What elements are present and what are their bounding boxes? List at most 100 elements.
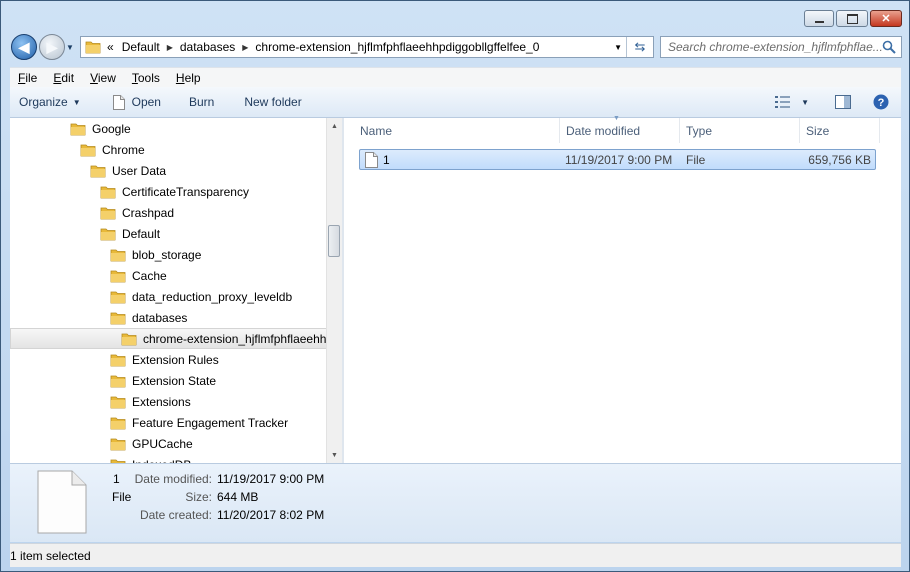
file-icon [365,152,378,168]
minimize-button[interactable] [804,10,834,27]
breadcrumb: « Default ▶ databases ▶ chrome-extension… [107,40,539,54]
tree-item-selected[interactable]: chrome-extension_hjflmfphflaeehh [10,328,328,349]
chevron-down-icon: ▼ [72,97,81,107]
folder-icon [110,249,126,261]
tree-item[interactable]: Cache [110,265,167,286]
scrollbar-thumb[interactable] [328,225,340,257]
file-name: 1 [383,153,390,167]
folder-icon [110,291,126,303]
navigation-pane[interactable]: Google Chrome User Data CertificateTranspar… [10,118,342,463]
column-header-type[interactable]: Type [680,118,800,143]
menu-edit[interactable]: Edit [45,71,82,85]
tree-item-label: Chrome [102,142,145,157]
status-bar: 1 item selected [10,543,901,567]
details-date-modified: 11/19/2017 9:00 PM [217,472,325,486]
tree-item-label: Extension Rules [132,352,219,367]
close-button[interactable]: ✕ [870,10,902,27]
file-size: 659,756 KB [808,153,871,167]
recent-pages-dropdown[interactable]: ▼ [66,43,74,52]
folder-icon [110,375,126,387]
file-row[interactable]: 1 11/19/2017 9:00 PM File 659,756 KB [359,149,876,170]
explorer-window: ✕ ◀ ▶ ▼ « Default ▶ databases ▶ chrome-e… [0,0,910,572]
menu-view[interactable]: View [82,71,124,85]
menu-tools[interactable]: Tools [124,71,168,85]
refresh-button[interactable]: ⇆ [626,37,653,57]
command-bar: Organize ▼ Open Burn New folder ▼ ? [10,87,901,118]
tree-item[interactable]: IndexedDB [110,454,191,463]
address-dropdown-icon[interactable]: ▼ [614,43,622,52]
tree-item[interactable]: Google [70,118,131,139]
tree-item-label: Cache [132,268,167,283]
chevron-down-icon: ▼ [801,97,809,107]
scroll-up-icon[interactable]: ▲ [327,118,342,134]
folder-icon [110,270,126,282]
tree-item[interactable]: Default [100,223,160,244]
breadcrumb-current[interactable]: chrome-extension_hjflmfphflaeehhpdiggobl… [255,40,539,54]
navigation-scrollbar[interactable]: ▲ ▼ [326,118,342,463]
open-button[interactable]: Open [91,87,171,117]
back-button[interactable]: ◀ [11,34,37,60]
tree-item-label: Feature Engagement Tracker [132,415,289,430]
search-icon[interactable] [882,40,896,54]
details-date-created: 11/20/2017 8:02 PM [217,508,325,522]
menu-file[interactable]: File [10,71,45,85]
column-header-size[interactable]: Size [800,118,880,143]
help-icon: ? [873,94,889,110]
folder-icon [110,396,126,408]
tree-item-label: data_reduction_proxy_leveldb [132,289,293,304]
folder-icon [85,41,101,54]
maximize-button[interactable] [836,10,868,27]
tree-item-label: Extension State [132,373,217,388]
file-date-modified: 11/19/2017 9:00 PM [565,153,673,167]
folder-icon [90,165,106,177]
tree-item[interactable]: User Data [90,160,166,181]
change-view-button[interactable] [769,87,797,117]
details-date-modified-label: Date modified: [134,472,212,486]
new-folder-button[interactable]: New folder [224,87,311,117]
file-type: File [686,153,706,167]
tree-item[interactable]: Extension State [110,370,216,391]
burn-button[interactable]: Burn [171,87,224,117]
tree-item[interactable]: databases [110,307,187,328]
tree-item-label: User Data [112,163,167,178]
tree-item[interactable]: Extensions [110,391,191,412]
tree-item[interactable]: CertificateTransparency [100,181,249,202]
view-options-dropdown[interactable]: ▼ [797,87,823,117]
folder-icon [100,207,116,219]
tree-item[interactable]: Extension Rules [110,349,219,370]
tree-item[interactable]: Feature Engagement Tracker [110,412,288,433]
menu-help[interactable]: Help [168,71,209,85]
scroll-down-icon[interactable]: ▼ [327,447,342,463]
tree-item-label: Default [122,226,161,241]
tree-item[interactable]: Crashpad [100,202,174,223]
column-header-date-modified[interactable]: Date modified ▼ [560,115,680,143]
sort-indicator-icon: ▼ [613,115,620,122]
close-icon: ✕ [881,13,891,25]
breadcrumb-separator-icon[interactable]: ▶ [242,43,248,52]
svg-text:?: ? [878,97,885,109]
tree-item[interactable]: GPUCache [110,433,193,454]
breadcrumb-databases[interactable]: databases [180,40,235,54]
details-view-icon [775,96,791,108]
help-button[interactable]: ? [863,87,901,117]
folder-icon [100,186,116,198]
details-size-label: Size: [185,490,212,504]
address-bar[interactable]: « Default ▶ databases ▶ chrome-extension… [80,36,654,58]
organize-button[interactable]: Organize ▼ [10,87,91,117]
breadcrumb-overflow[interactable]: « [107,40,114,54]
maximize-icon [846,13,858,24]
breadcrumb-default[interactable]: Default [122,40,160,54]
forward-button[interactable]: ▶ [39,34,65,60]
details-pane: 1 File Date modified: 11/19/2017 9:00 PM… [10,463,901,542]
preview-pane-button[interactable] [823,87,863,117]
breadcrumb-separator-icon[interactable]: ▶ [167,43,173,52]
tree-item[interactable]: data_reduction_proxy_leveldb [110,286,292,307]
search-box[interactable]: Search chrome-extension_hjflmfphflae... [660,36,902,58]
tree-item[interactable]: blob_storage [110,244,201,265]
tree-item-label: blob_storage [132,247,202,262]
tree-item[interactable]: Chrome [80,139,145,160]
status-text: 1 item selected [10,548,91,563]
folder-icon [110,438,126,450]
file-list[interactable]: Name Date modified ▼ Type Size 1 11/19/2… [344,115,901,463]
column-header-name[interactable]: Name [354,118,560,143]
